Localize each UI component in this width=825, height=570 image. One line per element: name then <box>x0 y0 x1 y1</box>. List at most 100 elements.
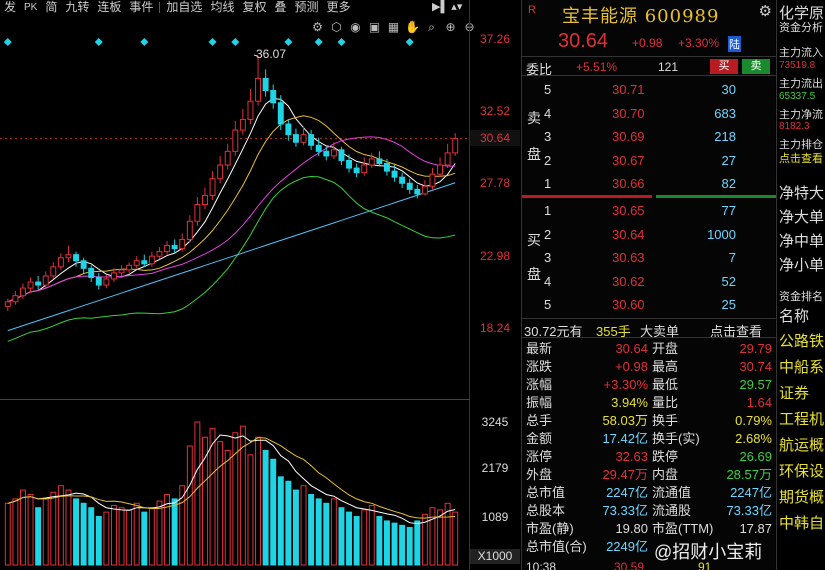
sell-button[interactable]: 卖 <box>742 59 770 74</box>
side-list-item: 主力流入 <box>779 47 823 59</box>
volume-bar <box>194 421 201 566</box>
candle-body <box>186 220 193 240</box>
volume-bar <box>406 527 413 566</box>
stock-name: 宝丰能源 600989 <box>562 2 719 28</box>
stat-item: 流通值 2247亿 <box>652 484 772 502</box>
book-divider-red <box>522 195 652 198</box>
candle-body <box>19 287 26 297</box>
price-axis-label: 32.52 <box>479 104 511 118</box>
volume-bar <box>50 491 57 566</box>
side-list-item[interactable]: 中韩自 <box>779 512 824 533</box>
side-list-item: 名称 <box>779 308 810 325</box>
event-diamond-icon[interactable] <box>314 38 323 46</box>
stat-label: 最新 <box>526 341 553 356</box>
stock-name-text: 宝丰能源 <box>562 6 638 27</box>
candle-body <box>391 170 398 178</box>
buy-button[interactable]: 买 <box>710 59 738 74</box>
fund-flow-panel: 化学原 资金分析 主力流入 73519.8 主力流出 65337.5 主力净流 8182.3 主… <box>776 0 825 570</box>
volume-bar <box>80 502 87 566</box>
volume-bar <box>73 498 80 566</box>
stat-item: 总市值(合) 2249亿 <box>526 538 648 556</box>
ask-price: 30.71 <box>612 82 645 97</box>
stat-value: 1.64 <box>746 395 772 410</box>
ask-row: 5 30.71 30 <box>522 79 776 101</box>
volume-bar <box>148 507 155 566</box>
volume-bar <box>201 436 208 566</box>
ask-volume: 27 <box>721 152 736 168</box>
stat-label: 涨幅 <box>526 377 553 392</box>
volume-bar <box>437 509 444 566</box>
candle-body <box>383 163 390 172</box>
side-list-item[interactable]: 工程机 <box>779 408 824 429</box>
side-list-item[interactable]: 公路铁 <box>779 330 824 351</box>
ask-level: 3 <box>544 129 552 144</box>
candle-body <box>27 281 34 289</box>
event-diamond-icon[interactable] <box>140 38 149 46</box>
price-axis-label: 27.78 <box>479 176 511 190</box>
candle-body <box>414 188 421 195</box>
volume-bar <box>285 480 292 566</box>
side-list-item[interactable]: 点击查看 <box>779 150 823 166</box>
candle-body <box>444 152 451 166</box>
book-divider-green <box>656 195 776 198</box>
tick-price: 30.59 <box>614 560 645 570</box>
side-list-item[interactable]: 期货概 <box>779 486 824 507</box>
candle-body <box>361 164 368 174</box>
ask-volume: 218 <box>714 129 736 144</box>
price-axis-label: 37.26 <box>479 32 511 46</box>
stat-item: 外盘 29.47万 <box>526 466 648 484</box>
stat-value: 17.42亿 <box>602 431 648 446</box>
side-list-item[interactable]: 航运概 <box>779 434 824 455</box>
volume-bar <box>19 489 26 566</box>
volume-bar <box>103 511 110 566</box>
volume-chart[interactable] <box>0 400 470 570</box>
candle-body <box>270 90 277 104</box>
gear-icon[interactable]: ⚙ <box>759 2 772 20</box>
kline-chart[interactable] <box>0 0 470 400</box>
stat-label: 总股本 <box>526 503 566 518</box>
volume-bar <box>391 522 398 566</box>
volume-bar <box>35 507 42 566</box>
avg-price: 30.72元有 <box>524 324 583 339</box>
volume-bar <box>42 498 49 566</box>
ask-level: 4 <box>544 105 552 121</box>
ask-level: 2 <box>544 152 552 168</box>
volume-bar <box>126 509 133 566</box>
view-detail-link[interactable]: 点击查看 <box>710 321 762 340</box>
side-list-item: 73519.8 <box>779 60 816 71</box>
candle-body <box>118 269 125 274</box>
stat-value: 30.64 <box>615 341 648 356</box>
bid-price: 30.62 <box>612 273 645 289</box>
bid-row: 5 30.60 25 <box>522 294 776 316</box>
event-diamond-icon[interactable] <box>284 38 293 46</box>
bid-volume: 52 <box>721 273 736 289</box>
event-diamond-icon[interactable] <box>3 38 12 46</box>
stat-label: 流通股 <box>652 503 692 518</box>
volume-bar <box>277 476 284 566</box>
bid-level: 1 <box>544 203 552 218</box>
volume-bar <box>224 449 231 566</box>
ask-price: 30.66 <box>612 176 645 191</box>
event-diamond-icon[interactable] <box>405 38 414 46</box>
volume-bar <box>12 498 19 566</box>
candle-body <box>224 150 231 166</box>
stat-value: 2247亿 <box>730 485 772 500</box>
event-diamond-icon[interactable] <box>231 38 240 46</box>
candle-body <box>239 118 246 131</box>
stat-item: 总手 58.03万 <box>526 412 648 430</box>
volume-bar <box>133 502 140 566</box>
side-list-item: 净小单 <box>779 257 825 274</box>
stat-value: 32.63 <box>615 449 648 464</box>
side-list-item[interactable]: 中船系 <box>779 356 824 377</box>
chart-area[interactable]: 发 PK 简九转 连板 事件 加自选 均线 复权叠预测 更多 ▶▌ ▴▾ ⚙ ⬡ ◉ ▣ ▦ ✋… <box>0 0 520 570</box>
price-change: +0.98 <box>632 36 663 50</box>
stat-label: 市盈(静) <box>526 521 574 536</box>
volume-bar <box>156 500 163 566</box>
event-diamond-icon[interactable] <box>337 38 346 46</box>
stat-value: 58.03万 <box>602 413 648 428</box>
side-list-item[interactable]: 环保设 <box>779 460 824 481</box>
event-diamond-icon[interactable] <box>208 38 217 46</box>
side-list-item[interactable]: 证券 <box>779 382 809 403</box>
event-diamond-icon[interactable] <box>94 38 103 46</box>
volume-bar <box>292 489 299 566</box>
